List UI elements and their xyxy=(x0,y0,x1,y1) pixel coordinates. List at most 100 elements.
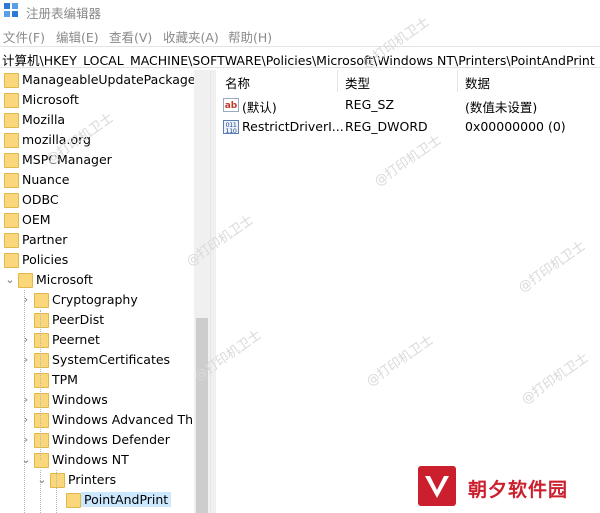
folder-icon xyxy=(34,413,49,428)
tree-item-label: Printers xyxy=(68,472,117,487)
tree-item[interactable]: › Peernet xyxy=(0,330,210,350)
tree-item[interactable]: ⌄ Microsoft xyxy=(0,270,210,290)
chevron-right-icon[interactable]: › xyxy=(20,393,32,407)
column-header-data[interactable]: 数据 xyxy=(465,73,490,92)
chevron-right-icon[interactable]: › xyxy=(20,413,32,427)
tree-item-label: Windows Advanced Threat Protection xyxy=(52,412,210,427)
folder-icon xyxy=(4,93,19,108)
tree-item-label: SystemCertificates xyxy=(52,352,171,367)
value-name: RestrictDriverI... xyxy=(242,119,344,134)
chevron-right-icon[interactable]: › xyxy=(20,293,32,307)
menu-help[interactable]: 帮助(H) xyxy=(228,27,272,46)
value-row[interactable]: ab (默认) REG_SZ (数值未设置) xyxy=(217,94,600,116)
pane-splitter[interactable] xyxy=(210,70,216,513)
tree-item[interactable]: ⌄ Windows NT xyxy=(0,450,210,470)
tree-item-label: ManageableUpdatePackage xyxy=(22,72,196,87)
tree-item[interactable]: ⌄ Printers xyxy=(0,470,210,490)
tree-item[interactable]: TPM xyxy=(0,370,210,390)
value-name: (默认) xyxy=(242,100,277,115)
brand-logo-icon xyxy=(418,466,456,506)
tree-item[interactable]: Policies xyxy=(0,250,210,270)
chevron-down-icon[interactable]: ⌄ xyxy=(4,273,16,287)
address-bar[interactable]: 计算机\HKEY_LOCAL_MACHINE\SOFTWARE\Policies… xyxy=(0,46,600,68)
tree-item[interactable]: mozilla.org xyxy=(0,130,210,150)
string-value-icon: ab xyxy=(223,98,239,112)
tree-item-label: Peernet xyxy=(52,332,100,347)
tree-item[interactable]: PointAndPrint xyxy=(0,490,210,510)
tree-item-label: ODBC xyxy=(22,192,59,207)
folder-icon xyxy=(18,273,33,288)
tree-item-label: Policies xyxy=(22,252,69,267)
tree-item[interactable]: › SystemCertificates xyxy=(0,350,210,370)
binary-value-icon: 011 110 xyxy=(223,120,239,134)
values-list: 名称 类型 数据 ab (默认) REG_SZ (数值未设置) 011 110 R… xyxy=(217,70,600,513)
folder-icon xyxy=(4,213,19,228)
value-type: REG_DWORD xyxy=(345,119,428,134)
chevron-down-icon[interactable]: ⌄ xyxy=(20,453,32,467)
tree-guide-line xyxy=(40,310,41,460)
folder-icon xyxy=(4,233,19,248)
tree-guide-line xyxy=(56,470,57,513)
folder-icon xyxy=(4,153,19,168)
folder-icon xyxy=(34,333,49,348)
value-data: 0x00000000 (0) xyxy=(465,119,566,134)
address-path[interactable]: 计算机\HKEY_LOCAL_MACHINE\SOFTWARE\Policies… xyxy=(2,50,595,67)
tree-item-label: Cryptography xyxy=(52,292,138,307)
folder-icon xyxy=(4,73,19,88)
folder-icon xyxy=(4,113,19,128)
tree-item-label: OEM xyxy=(22,212,51,227)
tree-item[interactable]: › Windows Advanced Threat Protection xyxy=(0,410,210,430)
menu-view[interactable]: 查看(V) xyxy=(109,27,152,46)
folder-icon xyxy=(34,433,49,448)
chevron-right-icon[interactable]: › xyxy=(20,433,32,447)
key-tree[interactable]: ManageableUpdatePackage Microsoft Mozilla m… xyxy=(0,70,210,513)
value-data: (数值未设置) xyxy=(465,100,538,115)
tree-item[interactable]: › Cryptography xyxy=(0,290,210,310)
folder-icon xyxy=(34,353,49,368)
tree-scrollbar-thumb[interactable] xyxy=(196,318,208,513)
tree-guide-line xyxy=(40,470,41,513)
tree-item[interactable]: PeerDist xyxy=(0,310,210,330)
folder-icon xyxy=(34,453,49,468)
tree-item[interactable]: ODBC xyxy=(0,190,210,210)
chevron-down-icon[interactable]: ⌄ xyxy=(36,473,48,487)
folder-icon xyxy=(34,373,49,388)
menu-edit[interactable]: 编辑(E) xyxy=(56,27,99,46)
tree-item-label: TPM xyxy=(52,372,78,387)
tree-item[interactable]: MSPCManager xyxy=(0,150,210,170)
title-bar: 注册表编辑器 xyxy=(0,0,600,22)
value-row[interactable]: 011 110 RestrictDriverI... REG_DWORD 0x00… xyxy=(217,116,600,138)
tree-item-label: Windows Defender xyxy=(52,432,170,447)
folder-icon xyxy=(4,173,19,188)
column-separator[interactable] xyxy=(457,70,458,92)
tree-item-label: Windows xyxy=(52,392,108,407)
registry-editor-icon xyxy=(4,3,19,18)
tree-item-label: Nuance xyxy=(22,172,70,187)
folder-icon xyxy=(50,473,65,488)
tree-item-label: PointAndPrint xyxy=(81,492,172,507)
column-header-name[interactable]: 名称 xyxy=(225,73,250,92)
folder-icon xyxy=(4,193,19,208)
tree-item[interactable]: Nuance xyxy=(0,170,210,190)
folder-icon xyxy=(34,393,49,408)
tree-item-label: PeerDist xyxy=(52,312,105,327)
chevron-right-icon[interactable]: › xyxy=(20,333,32,347)
tree-item[interactable]: OEM xyxy=(0,210,210,230)
menu-file[interactable]: 文件(F) xyxy=(3,27,45,46)
tree-item[interactable]: ManageableUpdatePackage xyxy=(0,70,210,90)
chevron-right-icon[interactable]: › xyxy=(20,353,32,367)
window-title: 注册表编辑器 xyxy=(26,6,102,21)
tree-item[interactable]: Partner xyxy=(0,230,210,250)
folder-icon xyxy=(34,293,49,308)
site-logo: 朝夕软件园 xyxy=(418,466,588,506)
brand-name: 朝夕软件园 xyxy=(468,479,569,501)
column-header-type[interactable]: 类型 xyxy=(345,73,370,92)
tree-item-label: Microsoft xyxy=(22,92,79,107)
menu-bar: 文件(F) 编辑(E) 查看(V) 收藏夹(A) 帮助(H) xyxy=(0,25,600,45)
tree-item-label: Windows NT xyxy=(52,452,129,467)
tree-item[interactable]: › Windows Defender xyxy=(0,430,210,450)
tree-item[interactable]: › Windows xyxy=(0,390,210,410)
column-separator[interactable] xyxy=(337,70,338,92)
menu-favorites[interactable]: 收藏夹(A) xyxy=(163,27,219,46)
folder-icon xyxy=(4,253,19,268)
